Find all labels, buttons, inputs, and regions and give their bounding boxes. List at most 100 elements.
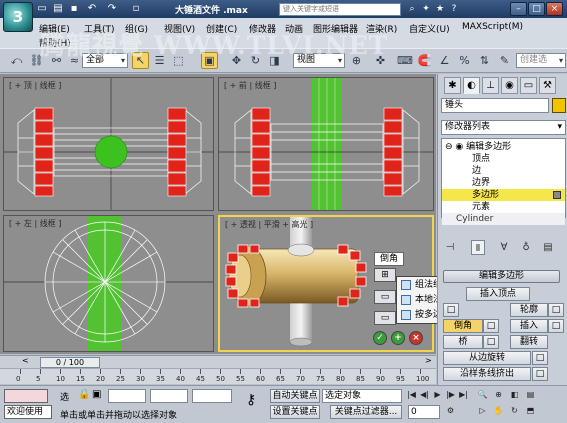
- window-crossing-icon[interactable]: ▣: [201, 52, 218, 69]
- modifier-list-dropdown[interactable]: 修改器列表: [441, 120, 566, 135]
- z-coordinate-field[interactable]: [192, 389, 232, 403]
- minimize-button[interactable]: –: [510, 2, 527, 16]
- zoom-extents-all-icon[interactable]: ▤: [524, 389, 537, 401]
- extrude-along-spline-button[interactable]: 沿样条线挤出: [443, 367, 531, 381]
- reference-coord-dropdown[interactable]: 视图: [293, 53, 345, 68]
- menu-group[interactable]: 组(G): [125, 22, 148, 35]
- undo-tool-icon[interactable]: ⤺: [8, 52, 25, 69]
- key-icon[interactable]: ⚷: [246, 392, 256, 408]
- zoom-all-icon[interactable]: ⊕: [492, 389, 505, 401]
- select-by-name-icon[interactable]: ☰: [151, 52, 168, 69]
- time-slider[interactable]: < 0 / 100 >: [0, 355, 436, 368]
- keyboard-shortcut-icon[interactable]: ⌨: [396, 52, 413, 69]
- time-prev-icon[interactable]: <: [22, 356, 29, 365]
- outline-settings-button[interactable]: □: [548, 303, 564, 317]
- menu-views[interactable]: 视图(V): [164, 22, 195, 35]
- set-key-button[interactable]: 设置关键点: [270, 405, 320, 419]
- motion-tab-icon[interactable]: ◉: [501, 77, 518, 94]
- outline-button[interactable]: 轮廓: [510, 303, 548, 317]
- undo-icon[interactable]: ↶: [86, 3, 98, 15]
- spinner-snap-icon[interactable]: ⇅: [476, 52, 493, 69]
- bridge-button[interactable]: 桥: [443, 335, 483, 349]
- configure-sets-icon[interactable]: ▤: [541, 240, 555, 255]
- y-coordinate-field[interactable]: [150, 389, 188, 403]
- inset-settings-button[interactable]: □: [548, 319, 564, 333]
- maximize-button[interactable]: □: [528, 2, 545, 16]
- named-selection-dropdown[interactable]: 创建选: [516, 53, 566, 68]
- stack-item-element[interactable]: 元素: [442, 201, 565, 213]
- unlink-icon[interactable]: ⚯: [48, 52, 65, 69]
- lock-selection-icon[interactable]: 🔒: [78, 389, 90, 400]
- display-tab-icon[interactable]: ▭: [520, 77, 537, 94]
- search-icon[interactable]: ⌕: [406, 3, 418, 15]
- menu-rendering[interactable]: 渲染(R): [366, 22, 397, 35]
- search-input[interactable]: 键入关键字或短语: [279, 3, 401, 16]
- viewport-top-label[interactable]: [ + 顶 | 线框 ]: [9, 80, 61, 91]
- track-bar[interactable]: 0 5 10 15 20 25 30 35 40 45 50 55 60 65 70 75 80 85 90 95 10…: [0, 368, 436, 384]
- viewport-perspective-label[interactable]: [ + 透视 | 平滑 + 高光 ]: [225, 219, 313, 230]
- viewport-front-label[interactable]: [ + 前 | 线框 ]: [224, 80, 276, 91]
- select-manipulate-icon[interactable]: ✜: [372, 52, 389, 69]
- time-config-icon[interactable]: ⚙: [444, 405, 457, 417]
- select-object-icon[interactable]: ↖: [132, 52, 149, 69]
- snap-toggle-icon[interactable]: 🧲: [416, 52, 433, 69]
- orbit-icon[interactable]: ↻: [508, 405, 521, 417]
- stack-item-border[interactable]: 边界: [442, 177, 565, 189]
- time-slider-thumb[interactable]: 0 / 100: [40, 357, 100, 368]
- viewport-left-label[interactable]: [ + 左 | 线框 ]: [9, 218, 61, 229]
- save-icon[interactable]: ▪: [68, 3, 80, 15]
- bevel-button[interactable]: 倒角: [443, 319, 483, 333]
- scale-icon[interactable]: ◨: [266, 52, 283, 69]
- bind-space-warp-icon[interactable]: ≈: [66, 52, 83, 69]
- stack-item-edge[interactable]: 边: [442, 165, 565, 177]
- pin-stack-icon[interactable]: ⊣: [443, 240, 457, 255]
- go-to-start-icon[interactable]: |◀: [405, 389, 418, 401]
- viewport-front[interactable]: [ + 前 | 线框 ]: [218, 77, 434, 211]
- project-folder-icon[interactable]: ▫: [130, 3, 142, 15]
- modify-tab-icon[interactable]: ◐: [463, 77, 480, 94]
- bevel-settings-button[interactable]: □: [483, 319, 499, 333]
- quad-height-field[interactable]: ▭: [374, 290, 396, 304]
- current-frame-field[interactable]: 0: [408, 405, 440, 419]
- flip-button[interactable]: 翻转: [510, 335, 548, 349]
- stack-item-edit-poly[interactable]: ⊖ ◉ 编辑多边形: [442, 141, 565, 153]
- inset-button[interactable]: 插入: [510, 319, 548, 333]
- open-file-icon[interactable]: ▤: [52, 3, 64, 15]
- show-end-result-icon[interactable]: Ⅱ: [471, 240, 485, 255]
- pan-icon[interactable]: ✋: [492, 405, 505, 417]
- menu-create[interactable]: 创建(C): [206, 22, 237, 35]
- favorites-icon[interactable]: ★: [434, 3, 446, 15]
- utilities-tab-icon[interactable]: ⚒: [539, 77, 556, 94]
- quad-bevel-type-button[interactable]: ⊞: [374, 268, 396, 282]
- stack-item-cylinder[interactable]: Cylinder: [442, 213, 565, 225]
- zoom-icon[interactable]: 🔍: [476, 389, 489, 401]
- edit-poly-rollout-header[interactable]: 编辑多边形: [443, 270, 560, 283]
- stack-item-vertex[interactable]: 顶点: [442, 153, 565, 165]
- stack-item-polygon[interactable]: 多边形: [442, 189, 565, 201]
- x-coordinate-field[interactable]: [108, 389, 146, 403]
- time-next-icon[interactable]: >: [425, 356, 432, 365]
- cancel-x-icon[interactable]: ×: [409, 331, 423, 345]
- bridge-settings-button[interactable]: □: [483, 335, 499, 349]
- object-color-swatch[interactable]: [552, 98, 566, 113]
- quad-outline-field[interactable]: ▭: [374, 311, 396, 325]
- hinge-from-edge-button[interactable]: 从边旋转: [443, 351, 531, 365]
- selection-filter-dropdown[interactable]: 全部: [82, 53, 128, 68]
- next-frame-icon[interactable]: |▶: [444, 389, 457, 401]
- extrude-spline-settings-button[interactable]: □: [532, 367, 548, 381]
- new-file-icon[interactable]: ▭: [36, 3, 48, 15]
- play-icon[interactable]: ▶: [431, 389, 444, 401]
- rectangular-selection-icon[interactable]: ⬚: [170, 52, 187, 69]
- link-icon[interactable]: ⛓: [28, 52, 45, 69]
- move-icon[interactable]: ✥: [228, 52, 245, 69]
- close-button[interactable]: ×: [546, 2, 563, 16]
- menu-customize[interactable]: 自定义(U): [409, 22, 450, 35]
- zoom-extents-icon[interactable]: ◧: [508, 389, 521, 401]
- object-name-field[interactable]: 锤头: [441, 98, 549, 113]
- hinge-settings-button[interactable]: □: [532, 351, 548, 365]
- menu-modifiers[interactable]: 修改器: [249, 22, 276, 35]
- menu-edit[interactable]: 编辑(E): [39, 22, 70, 35]
- maxscript-listener-swatch[interactable]: [4, 389, 48, 403]
- previous-frame-icon[interactable]: ◀|: [418, 389, 431, 401]
- absolute-mode-icon[interactable]: ▣: [92, 389, 101, 400]
